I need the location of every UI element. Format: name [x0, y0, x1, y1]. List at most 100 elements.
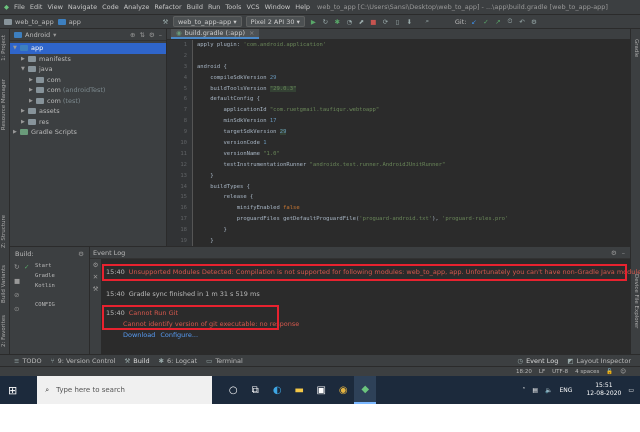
menu-window[interactable]: Window: [265, 3, 291, 11]
favorites-tab[interactable]: 2: Favorites: [1, 315, 7, 347]
git-rollback-icon[interactable]: ↶: [517, 18, 526, 26]
filter-icon[interactable]: ⊘: [14, 291, 22, 299]
close-icon[interactable]: ×: [249, 29, 254, 37]
menu-code[interactable]: Code: [102, 3, 119, 11]
git-commit-icon[interactable]: ✓: [481, 18, 490, 26]
git-history-icon[interactable]: ⏲: [505, 17, 514, 26]
tab-todo[interactable]: ≡ TODO: [14, 357, 42, 365]
line-ending[interactable]: LF: [539, 369, 545, 375]
run-config-select[interactable]: web_to_app-app ▾: [172, 16, 242, 27]
breadcrumb-module[interactable]: app: [57, 18, 81, 26]
tree-node-java[interactable]: ▼ java: [10, 64, 166, 75]
tree-node-com[interactable]: ▶ com: [10, 75, 166, 86]
run-icon[interactable]: ▶: [309, 18, 318, 26]
menu-navigate[interactable]: Navigate: [68, 3, 97, 11]
volume-icon[interactable]: 🔈: [545, 387, 552, 394]
tree-node-manifests[interactable]: ▶ manifests: [10, 54, 166, 65]
cortana-icon[interactable]: ○: [222, 376, 244, 404]
rerun-icon[interactable]: ↻: [14, 263, 22, 271]
tab-event-log[interactable]: ◷ Event Log: [517, 357, 558, 365]
menu-help[interactable]: Help: [295, 3, 310, 11]
menu-run[interactable]: Run: [208, 3, 220, 11]
store-icon[interactable]: ▣: [310, 376, 332, 404]
configure-link[interactable]: Configure...: [160, 331, 198, 339]
locate-icon[interactable]: ⊕: [130, 31, 135, 39]
structure-tab[interactable]: Z: Structure: [1, 215, 7, 248]
rerun-icon[interactable]: ↻: [321, 18, 330, 26]
windows-start-icon[interactable]: ⊞: [8, 384, 17, 397]
git-update-icon[interactable]: ↙: [469, 18, 478, 26]
tree-node-assets[interactable]: ▶ assets: [10, 106, 166, 117]
notification-icon[interactable]: ▭: [628, 387, 634, 394]
tab-logcat[interactable]: ✱ 6: Logcat: [159, 357, 198, 365]
sync-icon[interactable]: ⟳: [381, 18, 390, 26]
clock[interactable]: 15:51 12-08-2020: [579, 382, 621, 398]
tree-node-gradle-scripts[interactable]: ▶ Gradle Scripts: [10, 127, 166, 138]
hide-panel-icon[interactable]: –: [622, 249, 625, 257]
edge-icon[interactable]: ◐: [266, 376, 288, 404]
project-tool-tab[interactable]: 1: Project: [1, 35, 7, 61]
attach-debugger-icon[interactable]: ⬈: [357, 18, 366, 26]
trash-icon[interactable]: ✕: [90, 271, 101, 283]
menu-edit[interactable]: Edit: [30, 3, 43, 11]
tab-version-control[interactable]: ⑂ 9: Version Control: [51, 357, 116, 365]
tab-build[interactable]: ⚒ Build: [124, 357, 149, 365]
file-explorer-icon[interactable]: ▬: [288, 376, 310, 404]
search-icon[interactable]: ⌕: [423, 17, 432, 26]
indent-setting[interactable]: 4 spaces: [575, 369, 599, 375]
tree-node-app[interactable]: ▼ app: [10, 43, 166, 54]
hammer-icon[interactable]: ⚒: [161, 18, 170, 26]
inspector-face-icon[interactable]: ☺: [620, 369, 626, 375]
tab-build-gradle[interactable]: ◉ build.gradle (:app) ×: [171, 29, 260, 39]
menu-refactor[interactable]: Refactor: [154, 3, 181, 11]
resource-manager-tab[interactable]: Resource Manager: [1, 79, 7, 130]
device-select[interactable]: Pixel 2 API 30 ▾: [245, 16, 305, 27]
settings-icon[interactable]: ⚙: [90, 259, 101, 271]
android-studio-taskbar-icon[interactable]: ◆: [354, 376, 377, 404]
chrome-icon[interactable]: ◉: [332, 376, 354, 404]
toolbar: web_to_app app ⚒ web_to_app-app ▾ Pixel …: [0, 15, 640, 29]
git-push-icon[interactable]: ↗: [493, 18, 502, 26]
gradle-tab[interactable]: Gradle: [633, 39, 639, 57]
task-view-icon[interactable]: ⧉: [244, 376, 266, 404]
language-indicator[interactable]: ENG: [560, 387, 573, 394]
avd-manager-icon[interactable]: ▯: [393, 18, 402, 26]
breadcrumb-project[interactable]: web_to_app: [4, 18, 54, 26]
chevron-down-icon[interactable]: ▾: [53, 31, 56, 39]
network-icon[interactable]: ▤: [532, 387, 538, 394]
device-file-explorer-tab[interactable]: Device File Explorer: [633, 274, 639, 328]
file-encoding[interactable]: UTF-8: [552, 369, 568, 375]
menu-tools[interactable]: Tools: [225, 3, 241, 11]
download-link[interactable]: Download: [123, 331, 155, 339]
tab-layout-inspector[interactable]: ◩ Layout Inspector: [567, 357, 631, 365]
build-variants-tab[interactable]: Build Variants: [1, 265, 7, 303]
tray-chevron-icon[interactable]: ˄: [522, 387, 525, 394]
sdk-manager-icon[interactable]: ⬇: [405, 18, 414, 26]
stop-icon[interactable]: ■: [14, 277, 22, 285]
gear-icon[interactable]: ⚙: [149, 31, 155, 39]
settings-icon[interactable]: ⚙: [529, 18, 538, 26]
gear-icon[interactable]: ⚙: [611, 249, 617, 257]
menu-file[interactable]: File: [14, 3, 25, 11]
menu-vcs[interactable]: VCS: [246, 3, 259, 11]
code-area[interactable]: apply plugin: 'com.android.application' …: [197, 40, 627, 246]
taskbar-search[interactable]: ⌕ Type here to search: [37, 376, 213, 404]
menu-analyze[interactable]: Analyze: [124, 3, 150, 11]
caret-position[interactable]: 18:20: [516, 369, 532, 375]
project-view-select[interactable]: Android: [25, 31, 50, 39]
lock-icon[interactable]: 🔓: [606, 369, 613, 375]
gear-icon[interactable]: ⚙: [78, 250, 84, 258]
tree-node-res[interactable]: ▶ res: [10, 117, 166, 128]
collapse-icon[interactable]: ⇅: [139, 31, 144, 39]
tree-node-com-android-test[interactable]: ▶ com (androidTest): [10, 85, 166, 96]
wrench-icon[interactable]: ⚒: [90, 283, 101, 295]
menu-build[interactable]: Build: [187, 3, 203, 11]
pin-icon[interactable]: ⊙: [14, 305, 22, 313]
stop-icon[interactable]: ■: [369, 18, 378, 26]
tab-terminal[interactable]: ▭ Terminal: [206, 357, 243, 365]
hide-panel-icon[interactable]: –: [159, 31, 162, 39]
profile-icon[interactable]: ◔: [345, 18, 354, 26]
tree-node-com-test[interactable]: ▶ com (test): [10, 96, 166, 107]
menu-view[interactable]: View: [47, 3, 62, 11]
debug-icon[interactable]: ✱: [333, 18, 342, 26]
